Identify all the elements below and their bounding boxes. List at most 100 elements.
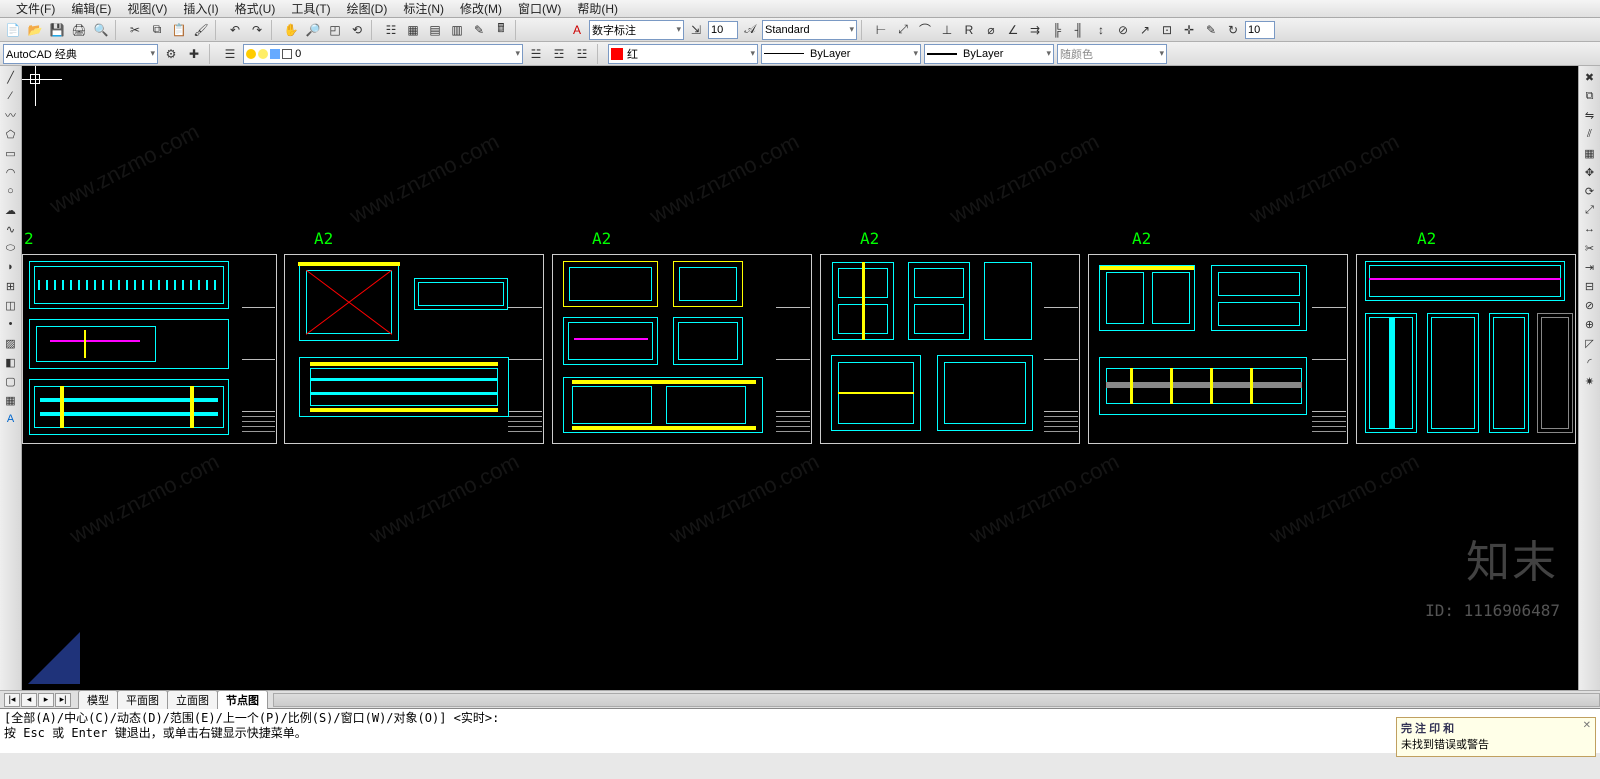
dim-radius-icon[interactable]: R <box>959 20 979 40</box>
cut-icon[interactable]: ✂ <box>125 20 145 40</box>
properties-icon[interactable]: ☷ <box>381 20 401 40</box>
dim-arc-icon[interactable]: ⌒ <box>915 20 935 40</box>
workspace-select[interactable]: AutoCAD 经典▾ <box>3 44 158 64</box>
paste-icon[interactable]: 📋 <box>169 20 189 40</box>
move-icon[interactable]: ✥ <box>1581 163 1599 181</box>
copy-obj-icon[interactable]: ⧉ <box>1581 87 1599 105</box>
break-icon[interactable]: ⊘ <box>1581 296 1599 314</box>
undo-icon[interactable]: ↶ <box>225 20 245 40</box>
explode-icon[interactable]: ✷ <box>1581 372 1599 390</box>
spline-icon[interactable]: ∿ <box>2 220 20 238</box>
chamfer-icon[interactable]: ◸ <box>1581 334 1599 352</box>
workspace-save-icon[interactable]: ✚ <box>184 44 204 64</box>
lineweight-select[interactable]: ByLayer▾ <box>924 44 1054 64</box>
textstyle-icon[interactable]: 𝒜 <box>740 20 760 40</box>
dim-leader-icon[interactable]: ↗ <box>1135 20 1155 40</box>
zoom-win-icon[interactable]: ◰ <box>325 20 345 40</box>
gradient-icon[interactable]: ◧ <box>2 353 20 371</box>
copy-icon[interactable]: ⧉ <box>147 20 167 40</box>
polygon-icon[interactable]: ⬠ <box>2 125 20 143</box>
dim-center-icon[interactable]: ✛ <box>1179 20 1199 40</box>
workspace-settings-icon[interactable]: ⚙ <box>161 44 181 64</box>
fillet-icon[interactable]: ◜ <box>1581 353 1599 371</box>
menu-format[interactable]: 格式(U) <box>229 0 282 17</box>
toolpalette-icon[interactable]: ▤ <box>425 20 445 40</box>
preview-icon[interactable]: 🔍 <box>91 20 111 40</box>
join-icon[interactable]: ⊕ <box>1581 315 1599 333</box>
revcloud-icon[interactable]: ☁ <box>2 201 20 219</box>
tab-nav-prev[interactable]: ◂ <box>21 693 37 707</box>
ellipse-arc-icon[interactable]: ◗ <box>2 258 20 276</box>
dim-quick-icon[interactable]: ⇉ <box>1025 20 1045 40</box>
stretch-icon[interactable]: ↔ <box>1581 220 1599 238</box>
menu-help[interactable]: 帮助(H) <box>571 0 624 17</box>
dim-diameter-icon[interactable]: ⌀ <box>981 20 1001 40</box>
color-select[interactable]: 红▾ <box>608 44 758 64</box>
ellipse-icon[interactable]: ⬭ <box>2 239 20 257</box>
region-icon[interactable]: ▢ <box>2 372 20 390</box>
break-at-icon[interactable]: ⊟ <box>1581 277 1599 295</box>
layer-manager-icon[interactable]: ☰ <box>220 44 240 64</box>
tab-plan[interactable]: 平面图 <box>117 690 168 709</box>
calc-icon[interactable]: 🖩 <box>491 20 511 40</box>
dimscale-icon[interactable]: ⇲ <box>686 20 706 40</box>
arc-icon[interactable]: ◠ <box>2 163 20 181</box>
tab-model[interactable]: 模型 <box>78 690 118 709</box>
dim-linear-icon[interactable]: ⊢ <box>871 20 891 40</box>
line-icon[interactable]: ╱ <box>2 68 20 86</box>
menu-window[interactable]: 窗口(W) <box>512 0 567 17</box>
xline-icon[interactable]: ⁄ <box>2 87 20 105</box>
layer-prev-icon[interactable]: ☱ <box>526 44 546 64</box>
point-icon[interactable]: • <box>2 315 20 333</box>
open-icon[interactable]: 📂 <box>25 20 45 40</box>
command-line[interactable]: [全部(A)/中心(C)/动态(D)/范围(E)/上一个(P)/比例(S)/窗口… <box>0 708 1600 753</box>
tab-nav-last[interactable]: ▸| <box>55 693 71 707</box>
menu-view[interactable]: 视图(V) <box>121 0 173 17</box>
dim-update-icon[interactable]: ↻ <box>1223 20 1243 40</box>
dim-baseline-icon[interactable]: ╠ <box>1047 20 1067 40</box>
dim-tail-input[interactable] <box>1245 21 1275 39</box>
table-icon[interactable]: ▦ <box>2 391 20 409</box>
circle-icon[interactable]: ○ <box>2 182 20 200</box>
array-icon[interactable]: ▦ <box>1581 144 1599 162</box>
dim-space-icon[interactable]: ↕ <box>1091 20 1111 40</box>
linetype-select[interactable]: ByLayer▾ <box>761 44 921 64</box>
layer-state-icon[interactable]: ☲ <box>549 44 569 64</box>
tab-detail[interactable]: 节点图 <box>217 690 268 709</box>
menu-file[interactable]: 文件(F) <box>10 0 61 17</box>
dim-break-icon[interactable]: ⊘ <box>1113 20 1133 40</box>
designcenter-icon[interactable]: ▦ <box>403 20 423 40</box>
markup-icon[interactable]: ✎ <box>469 20 489 40</box>
rectangle-icon[interactable]: ▭ <box>2 144 20 162</box>
layer-select[interactable]: 0 ▾ <box>243 44 523 64</box>
make-block-icon[interactable]: ◫ <box>2 296 20 314</box>
dim-angular-icon[interactable]: ∠ <box>1003 20 1023 40</box>
plot-icon[interactable]: 🖨 <box>69 20 89 40</box>
pan-icon[interactable]: ✋ <box>281 20 301 40</box>
sheetset-icon[interactable]: ▥ <box>447 20 467 40</box>
dimstyle-letter-icon[interactable]: A <box>567 20 587 40</box>
scale-icon[interactable]: ⤢ <box>1581 201 1599 219</box>
dim-edit-icon[interactable]: ✎ <box>1201 20 1221 40</box>
save-icon[interactable]: 💾 <box>47 20 67 40</box>
erase-icon[interactable]: ✖ <box>1581 68 1599 86</box>
extend-icon[interactable]: ⇥ <box>1581 258 1599 276</box>
menu-modify[interactable]: 修改(M) <box>454 0 508 17</box>
menu-dim[interactable]: 标注(N) <box>397 0 450 17</box>
trim-icon[interactable]: ✂ <box>1581 239 1599 257</box>
menu-edit[interactable]: 编辑(E) <box>65 0 117 17</box>
zoom-rt-icon[interactable]: 🔎 <box>303 20 323 40</box>
tab-elev[interactable]: 立面图 <box>167 690 218 709</box>
layer-iso-icon[interactable]: ☳ <box>572 44 592 64</box>
mirror-icon[interactable]: ⇋ <box>1581 106 1599 124</box>
dim-ordinate-icon[interactable]: ⊥ <box>937 20 957 40</box>
model-space-canvas[interactable]: 2 A2 A2 A2 A2 A2 <box>22 66 1578 690</box>
tab-nav-first[interactable]: |◂ <box>4 693 20 707</box>
dimscale-input[interactable] <box>708 21 738 39</box>
dimstyle-select[interactable]: 数字标注▾ <box>589 20 684 40</box>
dim-continue-icon[interactable]: ╢ <box>1069 20 1089 40</box>
offset-icon[interactable]: ⫽ <box>1581 125 1599 143</box>
zoom-prev-icon[interactable]: ⟲ <box>347 20 367 40</box>
textstyle-select[interactable]: Standard▾ <box>762 20 857 40</box>
match-icon[interactable]: 🖌 <box>191 20 211 40</box>
